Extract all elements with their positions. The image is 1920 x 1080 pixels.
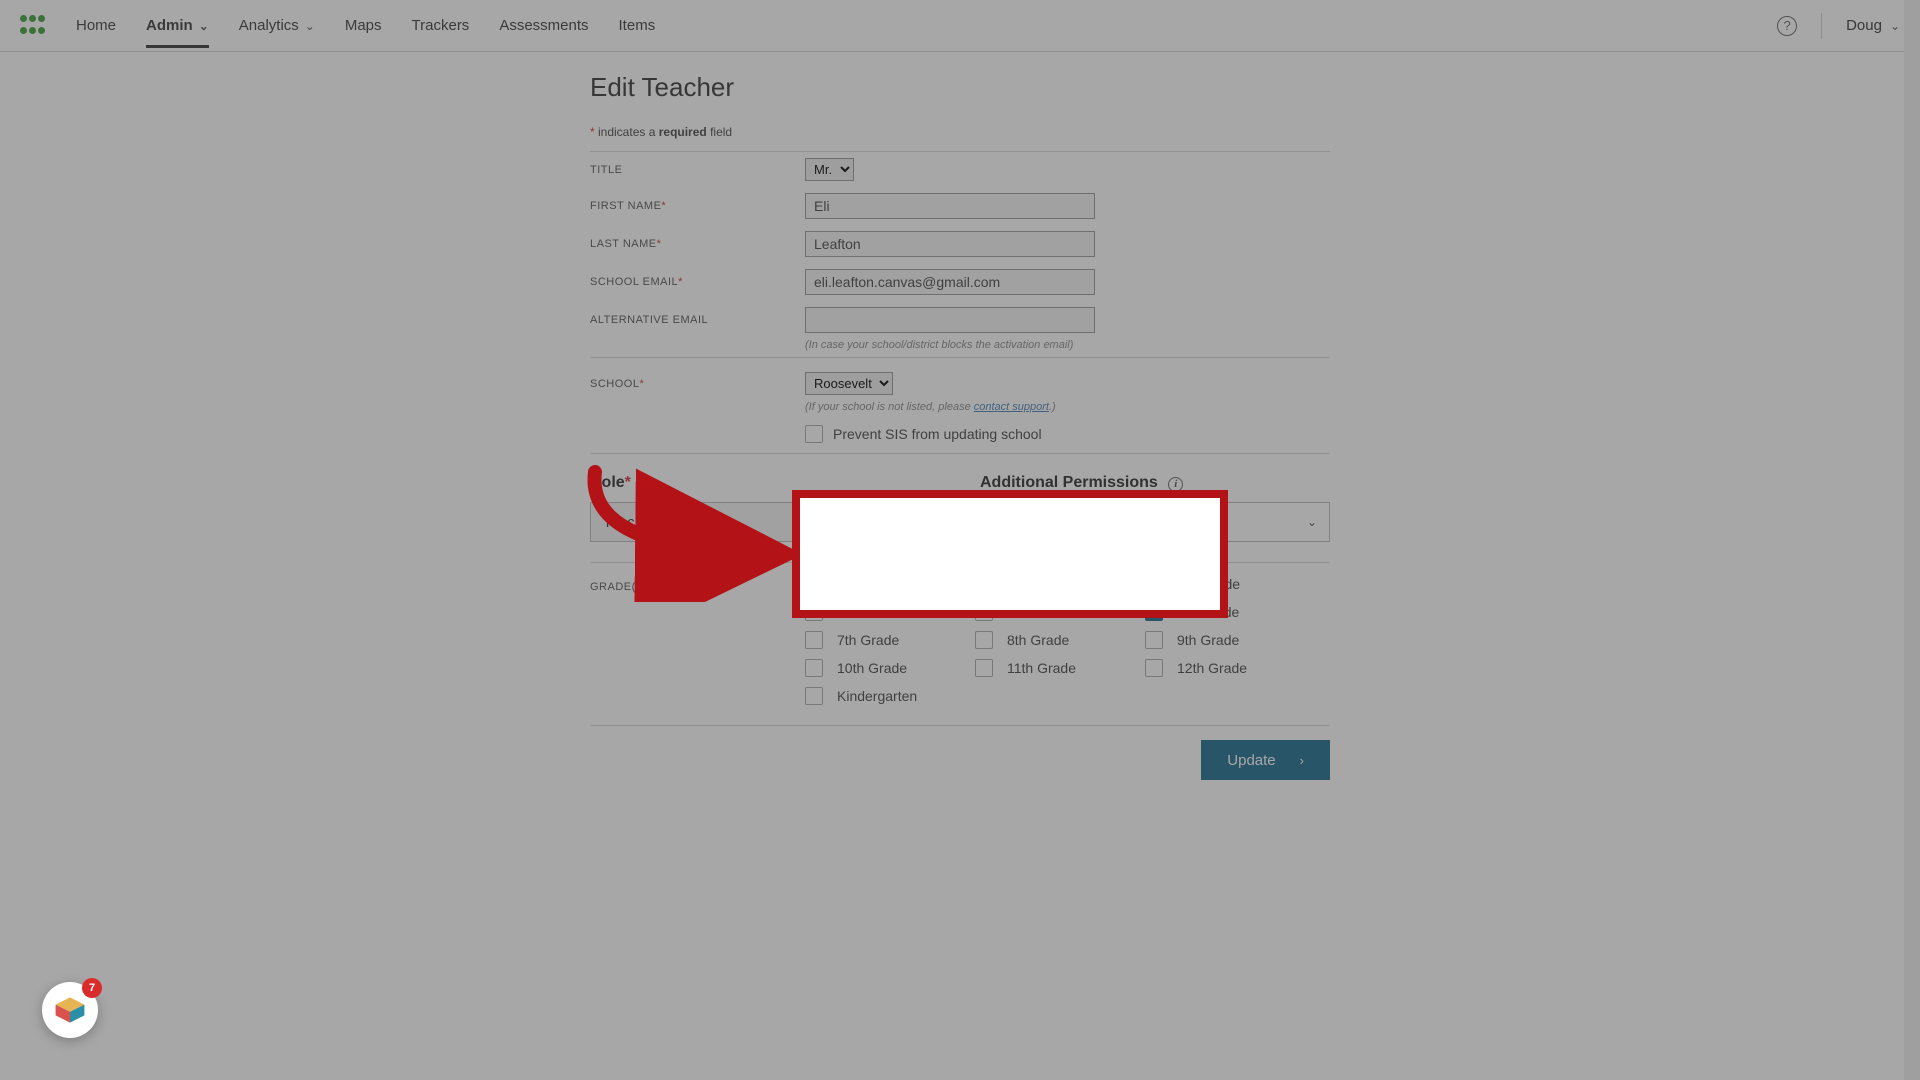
last-name-label: LAST NAME* [590,238,805,250]
grade-item: 10th Grade [805,659,965,677]
chevron-right-icon: › [1300,753,1304,768]
grade-checkbox[interactable] [975,631,993,649]
info-icon[interactable]: i [1008,518,1023,533]
grade-checkbox[interactable] [805,687,823,705]
permissions-label: Additional Permissions i [824,516,1196,534]
highlight-cutout: Additional Permissions i ⌄ [800,498,1220,610]
grade-item: Kindergarten [805,687,965,705]
alt-email-help: (In case your school/district blocks the… [805,339,1330,351]
school-email-input[interactable] [805,269,1095,295]
nav-maps[interactable]: Maps [345,3,382,48]
required-note: * indicates a required field [590,125,1330,139]
alt-email-label: ALTERNATIVE EMAIL [590,314,805,326]
prevent-sis-label: Prevent SIS from updating school [833,426,1042,442]
prevent-sis-checkbox[interactable] [805,425,823,443]
grade-item: 9th Grade [1145,631,1305,649]
scrollbar[interactable] [1904,0,1920,1080]
nav-home[interactable]: Home [76,3,116,48]
grade-label: 10th Grade [837,660,907,676]
logo-icon [20,15,46,37]
grade-label: Kindergarten [837,688,917,704]
badge-count: 7 [82,978,102,998]
school-help: (If your school is not listed, please co… [805,401,1330,413]
floating-badge[interactable]: 7 [42,982,98,1038]
chevron-down-icon: ⌄ [1890,19,1900,33]
divider [1821,13,1822,39]
first-name-label: FIRST NAME* [590,200,805,212]
school-select[interactable]: Roosevelt [805,372,893,395]
top-nav: Home Admin⌄ Analytics⌄ Maps Trackers Ass… [0,0,1920,52]
grade-item: 8th Grade [975,631,1135,649]
permissions-label: Additional Permissions i [980,474,1330,492]
grade-checkbox[interactable] [805,659,823,677]
grade-label: 8th Grade [1007,632,1069,648]
grade-checkbox[interactable] [1145,659,1163,677]
chevron-down-icon: ⌄ [1173,557,1183,571]
help-icon[interactable]: ? [1777,16,1797,36]
chevron-down-icon: ⌄ [305,19,315,33]
grade-label: 12th Grade [1177,660,1247,676]
school-email-label: SCHOOL EMAIL* [590,276,805,288]
grade-label: 7th Grade [837,632,899,648]
school-label: SCHOOL* [590,378,805,390]
user-menu[interactable]: Doug⌄ [1846,17,1900,34]
grades-label: GRADE(S) [590,575,805,705]
nav-assessments[interactable]: Assessments [499,3,588,48]
grade-checkbox[interactable] [1145,631,1163,649]
page-title: Edit Teacher [590,72,1330,103]
nav-items: Home Admin⌄ Analytics⌄ Maps Trackers Ass… [76,3,655,48]
grade-item: 12th Grade [1145,659,1305,677]
nav-analytics[interactable]: Analytics⌄ [239,3,315,48]
title-label: TITLE [590,164,805,176]
grade-item: 11th Grade [975,659,1135,677]
chevron-down-icon: ⌄ [199,19,209,33]
chevron-down-icon: ⌄ [1307,515,1317,529]
role-label: Role* [590,474,940,492]
last-name-input[interactable] [805,231,1095,257]
contact-support-link[interactable]: contact support [974,401,1049,413]
nav-items[interactable]: Items [619,3,656,48]
grade-label: 9th Grade [1177,632,1239,648]
permissions-select[interactable]: ⌄ [824,544,1196,584]
title-select[interactable]: Mr. [805,158,854,181]
alt-email-input[interactable] [805,307,1095,333]
grade-checkbox[interactable] [975,659,993,677]
update-button[interactable]: Update› [1201,740,1330,780]
nav-admin[interactable]: Admin⌄ [146,3,209,48]
grade-label: 11th Grade [1007,660,1076,676]
grade-item: 7th Grade [805,631,965,649]
first-name-input[interactable] [805,193,1095,219]
nav-trackers[interactable]: Trackers [412,3,470,48]
grade-checkbox[interactable] [805,631,823,649]
info-icon[interactable]: i [1168,477,1183,492]
